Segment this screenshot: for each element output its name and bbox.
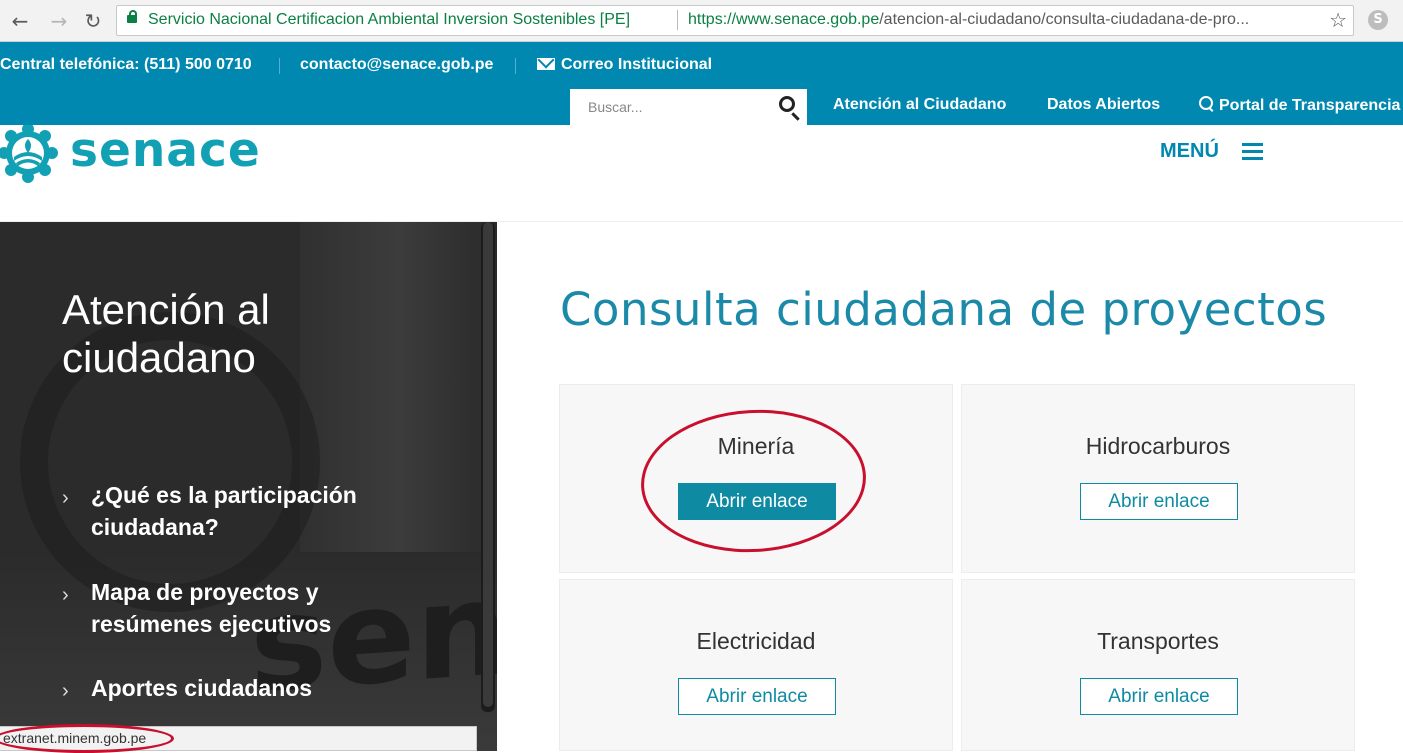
senace-logo-icon[interactable] (0, 125, 60, 187)
reload-button[interactable]: ↻ (81, 9, 105, 33)
phone-text: Central telefónica: (511) 500 0710 (0, 56, 252, 73)
divider (515, 58, 516, 74)
chevron-right-icon: › (62, 487, 69, 509)
institutional-mail-label: Correo Institucional (561, 56, 713, 73)
chevron-right-icon: › (62, 680, 69, 702)
link-portal-transparencia[interactable]: Portal de Transparencia (1199, 96, 1400, 115)
page-title: Consulta ciudadana de proyectos (560, 283, 1328, 336)
envelope-icon (537, 58, 555, 70)
institutional-mail-link[interactable]: Correo Institucional (537, 56, 712, 74)
search-icon[interactable] (779, 96, 795, 112)
forward-button[interactable]: → (47, 9, 71, 33)
site-header: senace MENÚ (0, 123, 1403, 222)
url-path: /atencion-al-ciudadano/consulta-ciudadan… (879, 11, 1250, 28)
sidebar-item-label: Mapa de proyectos y resúmenes ejecutivos (91, 579, 332, 637)
sidebar-scrollbar-thumb[interactable] (483, 222, 493, 707)
card-title: Hidrocarburos (1085, 433, 1231, 459)
search-input[interactable] (570, 89, 770, 125)
card-electricidad: Electricidad Abrir enlace (559, 579, 953, 751)
card-title: Electricidad (696, 628, 816, 654)
card-transportes: Transportes Abrir enlace (961, 579, 1355, 751)
open-link-button[interactable]: Abrir enlace (1080, 483, 1238, 520)
sidebar-item-mapa[interactable]: › Mapa de proyectos y resúmenes ejecutiv… (62, 576, 362, 640)
chevron-right-icon: › (62, 584, 69, 606)
divider (279, 58, 280, 74)
address-bar[interactable]: Servicio Nacional Certificacion Ambienta… (116, 5, 1354, 36)
browser-toolbar: ← → ↻ Servicio Nacional Certificacion Am… (0, 0, 1403, 42)
skype-icon[interactable]: S (1368, 10, 1388, 30)
logo-wordmark[interactable]: senace (70, 123, 261, 178)
card-hidrocarburos: Hidrocarburos Abrir enlace (961, 384, 1355, 573)
menu-label: MENÚ (1160, 140, 1219, 163)
annotation-circle (0, 724, 174, 753)
open-link-button[interactable]: Abrir enlace (678, 678, 836, 715)
url-text[interactable]: https://www.senace.gob.pe/atencion-al-ci… (688, 11, 1249, 29)
email-link[interactable]: contacto@senace.gob.pe (300, 56, 493, 74)
menu-button[interactable]: MENÚ (1160, 140, 1264, 163)
portal-transparencia-label: Portal de Transparencia (1219, 97, 1401, 114)
back-button[interactable]: ← (8, 9, 32, 33)
sidebar-item-label: ¿Qué es la participación ciudadana? (91, 482, 357, 540)
search-box (570, 89, 807, 125)
certificate-name: Servicio Nacional Certificacion Ambienta… (148, 11, 631, 28)
url-host: https://www.senace.gob.pe (688, 11, 880, 28)
magnifier-icon (1199, 96, 1213, 110)
star-icon[interactable]: ☆ (1329, 8, 1347, 32)
sidebar-item-participacion[interactable]: › ¿Qué es la participación ciudadana? (62, 479, 382, 543)
lock-icon (127, 10, 137, 23)
address-divider (677, 10, 678, 30)
sidebar: senace Atención al ciudadano › ¿Qué es l… (0, 222, 497, 751)
link-atencion-ciudadano[interactable]: Atención al Ciudadano (833, 96, 1006, 114)
hamburger-icon (1242, 142, 1264, 161)
link-datos-abiertos[interactable]: Datos Abiertos (1047, 96, 1160, 114)
sidebar-title: Atención al ciudadano (62, 286, 270, 381)
top-bar: Central telefónica: (511) 500 0710 conta… (0, 42, 1403, 125)
open-link-button[interactable]: Abrir enlace (1080, 678, 1238, 715)
sidebar-item-label: Aportes ciudadanos (91, 675, 313, 701)
sidebar-item-aportes[interactable]: › Aportes ciudadanos (62, 672, 382, 704)
card-title: Transportes (1097, 628, 1219, 654)
